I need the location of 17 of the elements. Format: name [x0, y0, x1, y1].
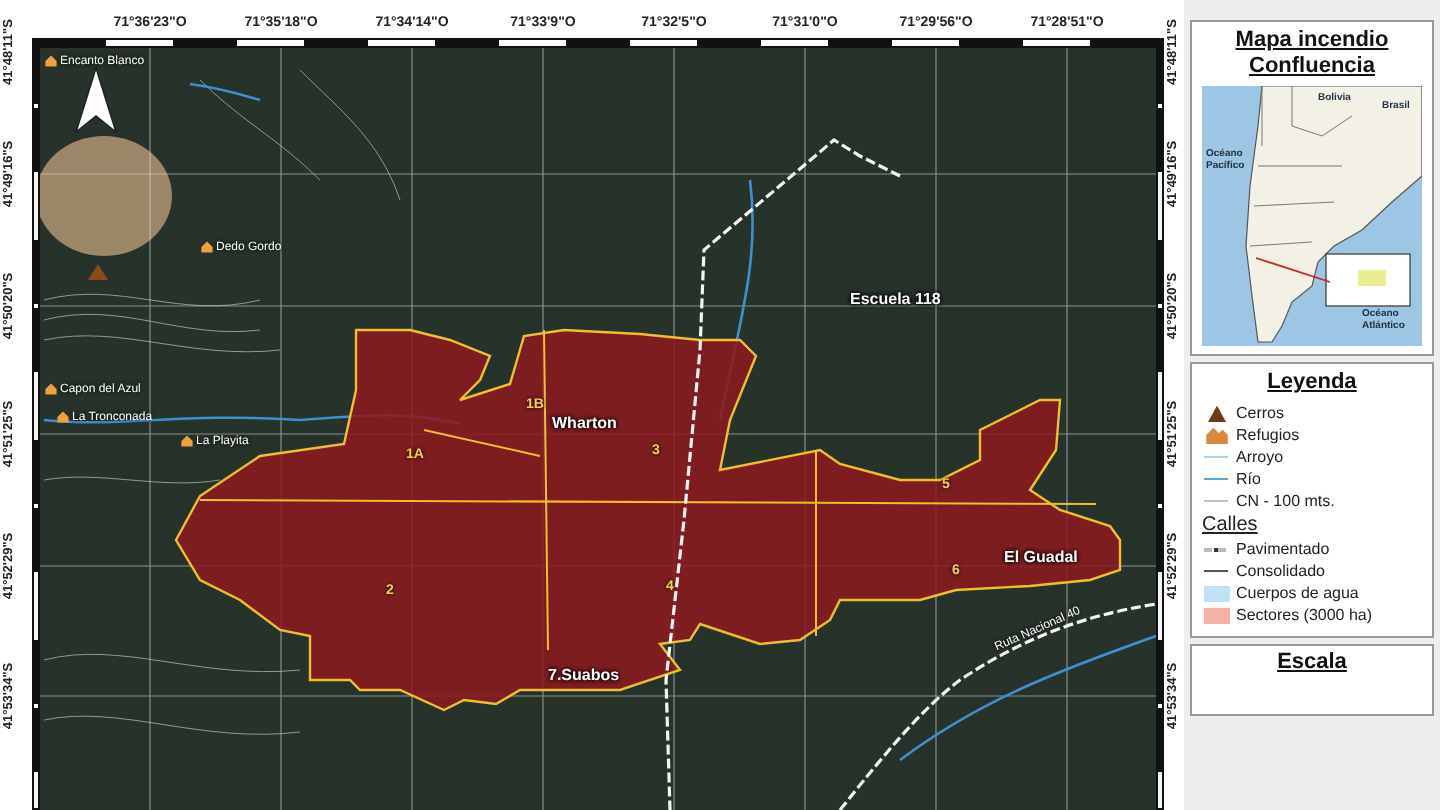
- legend-label: Sectores (3000 ha): [1236, 606, 1373, 624]
- place-label: El Guadal: [1004, 548, 1078, 566]
- scale-title: Escala: [1275, 650, 1349, 676]
- legend-label: Consolidado: [1236, 562, 1325, 580]
- place-label: Escuela 118: [850, 290, 941, 308]
- legend-label: Refugios: [1236, 426, 1300, 444]
- place-label: 7.Suabos: [548, 666, 620, 684]
- legend-title: Leyenda: [1265, 370, 1359, 396]
- place-label: Wharton: [552, 414, 617, 432]
- legend-label: Arroyo: [1236, 448, 1284, 466]
- legend-label: Cerros: [1236, 404, 1285, 422]
- legend-label: Pavimentado: [1236, 540, 1330, 558]
- legend-label: Río: [1236, 470, 1261, 488]
- legend-label: CN - 100 mts.: [1236, 492, 1335, 510]
- map-title: Mapa incendio Confluencia: [1233, 28, 1391, 80]
- legend-subtitle: Calles: [1202, 514, 1260, 536]
- legend-label: Cuerpos de agua: [1236, 584, 1359, 602]
